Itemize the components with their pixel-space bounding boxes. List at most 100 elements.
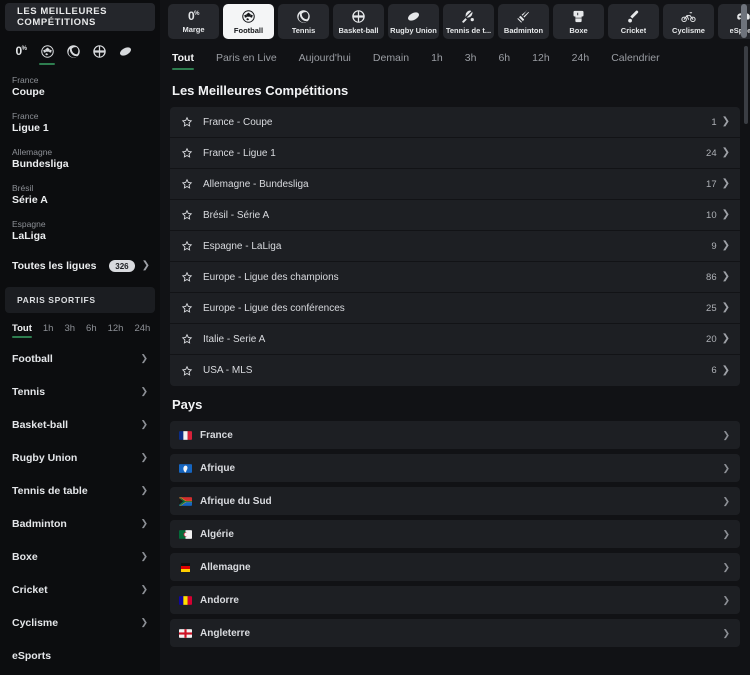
basketball-icon — [92, 44, 106, 58]
table-row[interactable]: Europe - Ligue des champions 86 ❯ — [170, 262, 740, 293]
table-row[interactable]: Espagne - LaLiga 9 ❯ — [170, 231, 740, 262]
south-africa-flag — [179, 496, 192, 506]
list-item[interactable]: Afrique du Sud ❯ — [170, 487, 740, 515]
table-row[interactable]: France - Coupe 1 ❯ — [170, 107, 740, 138]
competition-name: Brésil - Série A — [203, 209, 270, 221]
chevron-down-icon: ❯ — [140, 584, 148, 594]
sport-tab-label: Boxe — [569, 25, 588, 35]
sport-tab-rugby-union[interactable]: Rugby Union — [388, 4, 439, 39]
table-row[interactable]: Allemagne - Bundesliga 17 ❯ — [170, 169, 740, 200]
countries-list: France ❯ Afrique ❯ Afrique du Sud ❯ Algé… — [160, 421, 750, 647]
sidebar-sport-tennis[interactable] — [62, 40, 84, 62]
filter-tab-6h[interactable]: 6h — [498, 52, 510, 70]
filter-tab-12h[interactable]: 12h — [532, 52, 550, 70]
sidebar-item-badminton[interactable]: Badminton ❯ — [0, 507, 160, 540]
favorite-star-icon[interactable] — [178, 333, 196, 345]
sidebar-time-tab-3h[interactable]: 3h — [64, 323, 75, 338]
filter-tab-24h[interactable]: 24h — [572, 52, 590, 70]
favorite-star-icon[interactable] — [178, 240, 196, 252]
sidebar-league-item[interactable]: France Coupe — [0, 68, 160, 104]
sidebar-item-label: eSports — [12, 649, 52, 662]
league-country: France — [12, 75, 39, 85]
sidebar-item-boxe[interactable]: Boxe ❯ — [0, 540, 160, 573]
all-leagues-button[interactable]: Toutes les ligues 326 ❯ — [0, 251, 160, 281]
sport-tab-basketball[interactable]: Basket-ball — [333, 4, 384, 39]
sports-nav-scrollbar[interactable] — [741, 4, 747, 38]
chevron-right-icon: ❯ — [721, 302, 730, 313]
sidebar-sport-football[interactable] — [36, 40, 58, 65]
filter-tab-3h[interactable]: 3h — [465, 52, 477, 70]
league-name: Coupe — [12, 86, 45, 98]
filter-tab-demain[interactable]: Demain — [373, 52, 409, 70]
filter-tab-1h[interactable]: 1h — [431, 52, 443, 70]
sidebar-sport-marge[interactable]: 0% — [10, 40, 32, 62]
filter-tab-aujourdhui[interactable]: Aujourd'hui — [299, 52, 351, 70]
favorite-star-icon[interactable] — [178, 147, 196, 159]
list-item[interactable]: Allemagne ❯ — [170, 553, 740, 581]
filter-tab-calendrier[interactable]: Calendrier — [611, 52, 659, 70]
sport-tab-tennis[interactable]: Tennis — [278, 4, 329, 39]
sidebar-sport-basketball[interactable] — [88, 40, 110, 62]
sidebar-league-item[interactable]: Espagne LaLiga — [0, 212, 160, 248]
sidebar-item-tennis[interactable]: Tennis ❯ — [0, 375, 160, 408]
chevron-down-icon: ❯ — [140, 419, 148, 429]
sidebar-time-tab-12h[interactable]: 12h — [108, 323, 124, 338]
sidebar-item-tennis-de-table[interactable]: Tennis de table ❯ — [0, 474, 160, 507]
filter-tab-paris-en-live[interactable]: Paris en Live — [216, 52, 277, 70]
list-item[interactable]: Andorre ❯ — [170, 586, 740, 614]
competition-name: France - Ligue 1 — [203, 147, 276, 159]
competition-count: 17 — [706, 178, 717, 190]
list-item[interactable]: France ❯ — [170, 421, 740, 449]
sidebar-item-cricket[interactable]: Cricket ❯ — [0, 573, 160, 606]
chevron-right-icon: ❯ — [721, 364, 730, 376]
algeria-flag — [179, 529, 192, 539]
sport-tab-marge[interactable]: 0% Marge — [168, 4, 219, 39]
sidebar-item-basketball[interactable]: Basket-ball ❯ — [0, 408, 160, 441]
sidebar-time-tab-1h[interactable]: 1h — [43, 323, 54, 338]
league-name: Série A — [12, 194, 48, 206]
sidebar-item-football[interactable]: Football ❯ — [0, 342, 160, 375]
favorite-star-icon[interactable] — [178, 365, 196, 377]
chevron-down-icon: ❯ — [722, 627, 730, 638]
sidebar-item-rugby-union[interactable]: Rugby Union ❯ — [0, 441, 160, 474]
main-content: 0% Marge Football Tennis Basket-ball Rug… — [160, 0, 750, 675]
chevron-down-icon: ❯ — [140, 452, 148, 462]
table-row[interactable]: Brésil - Série A 10 ❯ — [170, 200, 740, 231]
chevron-down-icon: ❯ — [140, 518, 148, 528]
favorite-star-icon[interactable] — [178, 302, 196, 314]
sidebar-time-tab-24h[interactable]: 24h — [134, 323, 150, 338]
sport-tab-badminton[interactable]: Badminton — [498, 4, 549, 39]
table-row[interactable]: Europe - Ligue des conférences 25 ❯ — [170, 293, 740, 324]
badminton-icon — [517, 9, 529, 23]
list-item[interactable]: Angleterre ❯ — [170, 619, 740, 647]
sidebar-league-item[interactable]: Brésil Série A — [0, 176, 160, 212]
list-item[interactable]: Algérie ❯ — [170, 520, 740, 548]
sidebar-sport-rugby[interactable] — [114, 40, 136, 62]
favorite-star-icon[interactable] — [178, 178, 196, 190]
sidebar-item-cyclisme[interactable]: Cyclisme ❯ — [0, 606, 160, 639]
sport-tab-cyclisme[interactable]: Cyclisme — [663, 4, 714, 39]
sport-tab-cricket[interactable]: Cricket — [608, 4, 659, 39]
list-item[interactable]: Afrique ❯ — [170, 454, 740, 482]
sidebar-league-item[interactable]: France Ligue 1 — [0, 104, 160, 140]
sport-tab-football[interactable]: Football — [223, 4, 274, 39]
sidebar-time-tab-tout[interactable]: Tout — [12, 323, 32, 338]
sidebar-time-tab-6h[interactable]: 6h — [86, 323, 97, 338]
competition-count: 20 — [706, 333, 717, 345]
table-row[interactable]: USA - MLS 6 ❯ — [170, 355, 740, 386]
main-scrollbar[interactable] — [744, 46, 748, 124]
sport-tab-tennis-de-table[interactable]: Tennis de t... — [443, 4, 494, 39]
league-name: Ligue 1 — [12, 122, 49, 134]
league-country: Espagne — [12, 219, 46, 229]
favorite-star-icon[interactable] — [178, 116, 196, 128]
chevron-right-icon: ❯ — [721, 333, 730, 344]
table-row[interactable]: France - Ligue 1 24 ❯ — [170, 138, 740, 169]
table-row[interactable]: Italie - Serie A 20 ❯ — [170, 324, 740, 355]
favorite-star-icon[interactable] — [178, 209, 196, 221]
league-name: Bundesliga — [12, 158, 69, 170]
sidebar-item-esports[interactable]: eSports — [0, 639, 160, 672]
sidebar-league-item[interactable]: Allemagne Bundesliga — [0, 140, 160, 176]
favorite-star-icon[interactable] — [178, 271, 196, 283]
filter-tab-tout[interactable]: Tout — [172, 52, 194, 70]
sport-tab-boxe[interactable]: Boxe — [553, 4, 604, 39]
